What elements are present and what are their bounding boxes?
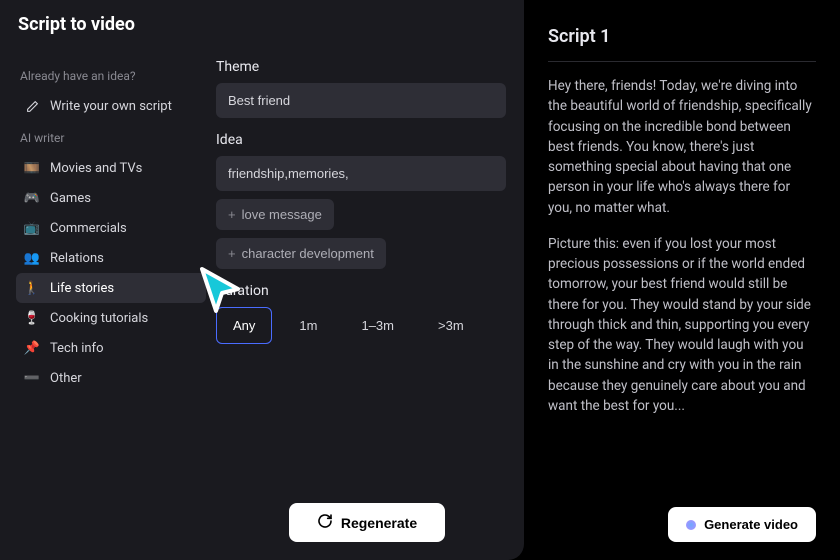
script-paragraph: Hey there, friends! Today, we're diving … bbox=[548, 76, 816, 218]
sidebar-item-label: Cooking tutorials bbox=[50, 311, 148, 326]
sidebar-item-label: Life stories bbox=[50, 281, 114, 296]
idea-group: Idea + love message + character developm… bbox=[216, 132, 506, 269]
plus-icon: + bbox=[228, 207, 236, 222]
divider bbox=[548, 61, 816, 62]
other-icon: ➖ bbox=[24, 370, 40, 386]
regenerate-label: Regenerate bbox=[341, 515, 417, 531]
sidebar-section-own-idea: Already have an idea? bbox=[20, 69, 206, 83]
duration-label: Duration bbox=[216, 283, 506, 299]
pencil-icon bbox=[24, 98, 40, 114]
refresh-icon bbox=[317, 513, 333, 532]
theme-label: Theme bbox=[216, 59, 506, 75]
sidebar-item-other[interactable]: ➖ Other bbox=[16, 363, 206, 393]
sidebar-item-label: Other bbox=[50, 371, 82, 386]
person-icon: 🚶 bbox=[24, 280, 40, 296]
sidebar-item-label: Games bbox=[50, 191, 91, 206]
sidebar-item-movies[interactable]: 🎞️ Movies and TVs bbox=[16, 153, 206, 183]
duration-row: Any 1m 1–3m >3m bbox=[216, 307, 506, 344]
duration-gt3m[interactable]: >3m bbox=[421, 307, 481, 344]
duration-1m[interactable]: 1m bbox=[282, 307, 334, 344]
sidebar-item-commercials[interactable]: 📺 Commercials bbox=[16, 213, 206, 243]
sidebar-item-label: Relations bbox=[50, 251, 104, 266]
sidebar: Already have an idea? Write your own scr… bbox=[0, 47, 210, 560]
sidebar-section-ai-writer: AI writer bbox=[20, 131, 206, 145]
sidebar-item-label: Tech info bbox=[50, 341, 104, 356]
sidebar-item-label: Commercials bbox=[50, 221, 127, 236]
sidebar-write-own[interactable]: Write your own script bbox=[16, 91, 206, 121]
chip-label: character development bbox=[242, 246, 374, 261]
sidebar-item-life-stories[interactable]: 🚶 Life stories bbox=[16, 273, 206, 303]
sidebar-item-games[interactable]: 🎮 Games bbox=[16, 183, 206, 213]
wine-icon: 🍷 bbox=[24, 310, 40, 326]
left-panel: Script to video Already have an idea? Wr… bbox=[0, 0, 524, 560]
sidebar-item-relations[interactable]: 👥 Relations bbox=[16, 243, 206, 273]
sidebar-item-tech[interactable]: 📌 Tech info bbox=[16, 333, 206, 363]
idea-input[interactable] bbox=[216, 156, 506, 191]
idea-label: Idea bbox=[216, 132, 506, 148]
panel-title: Script to video bbox=[0, 0, 524, 47]
theme-input[interactable] bbox=[216, 83, 506, 118]
generate-video-button[interactable]: Generate video bbox=[668, 507, 816, 542]
regenerate-button[interactable]: Regenerate bbox=[289, 503, 445, 542]
duration-1-3m[interactable]: 1–3m bbox=[344, 307, 411, 344]
duration-any[interactable]: Any bbox=[216, 307, 272, 344]
chip-label: love message bbox=[242, 207, 322, 222]
generate-label: Generate video bbox=[704, 517, 798, 532]
sparkle-icon bbox=[686, 520, 696, 530]
script-title: Script 1 bbox=[548, 26, 816, 47]
film-icon: 🎞️ bbox=[24, 160, 40, 176]
idea-chips: + love message + character development bbox=[216, 199, 506, 269]
script-body: Hey there, friends! Today, we're diving … bbox=[548, 76, 816, 416]
plus-icon: + bbox=[228, 246, 236, 261]
left-body: Already have an idea? Write your own scr… bbox=[0, 47, 524, 560]
people-icon: 👥 bbox=[24, 250, 40, 266]
pin-icon: 📌 bbox=[24, 340, 40, 356]
tv-icon: 📺 bbox=[24, 220, 40, 236]
form-area: Theme Idea + love message + character de… bbox=[210, 47, 524, 560]
idea-chip-character-dev[interactable]: + character development bbox=[216, 238, 386, 269]
script-paragraph: Picture this: even if you lost your most… bbox=[548, 234, 816, 416]
right-panel: Script 1 Hey there, friends! Today, we'r… bbox=[524, 0, 840, 560]
gamepad-icon: 🎮 bbox=[24, 190, 40, 206]
theme-group: Theme bbox=[216, 59, 506, 118]
duration-group: Duration Any 1m 1–3m >3m bbox=[216, 283, 506, 344]
sidebar-item-label: Write your own script bbox=[50, 99, 172, 114]
regenerate-wrap: Regenerate bbox=[210, 503, 524, 542]
idea-chip-love-message[interactable]: + love message bbox=[216, 199, 334, 230]
app-root: Script to video Already have an idea? Wr… bbox=[0, 0, 840, 560]
sidebar-item-cooking[interactable]: 🍷 Cooking tutorials bbox=[16, 303, 206, 333]
sidebar-item-label: Movies and TVs bbox=[50, 161, 142, 176]
